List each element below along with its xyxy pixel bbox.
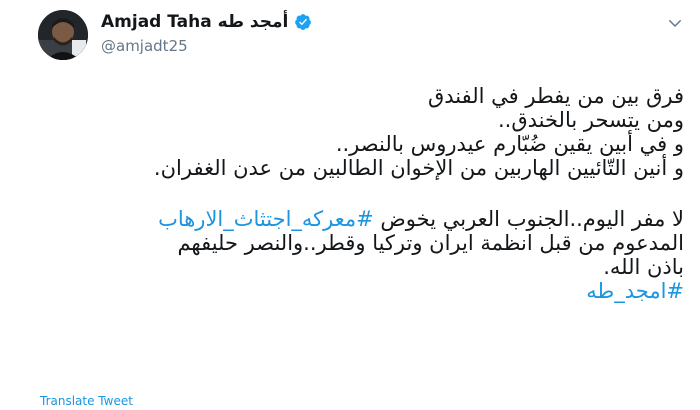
tweet-header: Amjad Taha أمجد طه @amjadt25: [0, 0, 700, 70]
tweet-line-3: و في أبين يقين ضُبّارم عيدروس بالنصر..: [335, 132, 684, 156]
hashtag-link-author[interactable]: #امجد_طه: [24, 279, 684, 303]
tweet-line-6: المدعوم من قبل انظمة ايران وتركيا وقطر..…: [177, 231, 684, 255]
tweet-line-7: باذن الله.: [603, 255, 684, 279]
tweet-line-2: ومن يتسحر بالخندق..: [498, 108, 684, 132]
chevron-down-icon[interactable]: [666, 14, 684, 32]
tweet-line-5-text: لا مفر اليوم..الجنوب العربي يخوض: [373, 207, 684, 231]
author-handle[interactable]: @amjadt25: [101, 37, 188, 55]
translate-tweet-link[interactable]: Translate Tweet: [40, 394, 133, 408]
hashtag-link[interactable]: #معركه_اجتثاث_الارهاب: [158, 207, 374, 231]
author-name-row: Amjad Taha أمجد طه: [101, 12, 312, 32]
tweet-line-4: و أنين التّائيين الهاربين من الإخوان الط…: [153, 156, 684, 180]
verified-badge-icon: [295, 14, 312, 30]
tweet-text: فرق بين من يفطر في الفندق ومن يتسحر بالخ…: [24, 84, 684, 303]
tweet-line-1: فرق بين من يفطر في الفندق: [427, 84, 684, 108]
author-display-name[interactable]: Amjad Taha أمجد طه: [101, 12, 288, 32]
avatar-photo: [38, 10, 88, 60]
avatar[interactable]: [38, 10, 88, 60]
tweet-line-5: لا مفر اليوم..الجنوب العربي يخوض #معركه_…: [24, 207, 684, 231]
